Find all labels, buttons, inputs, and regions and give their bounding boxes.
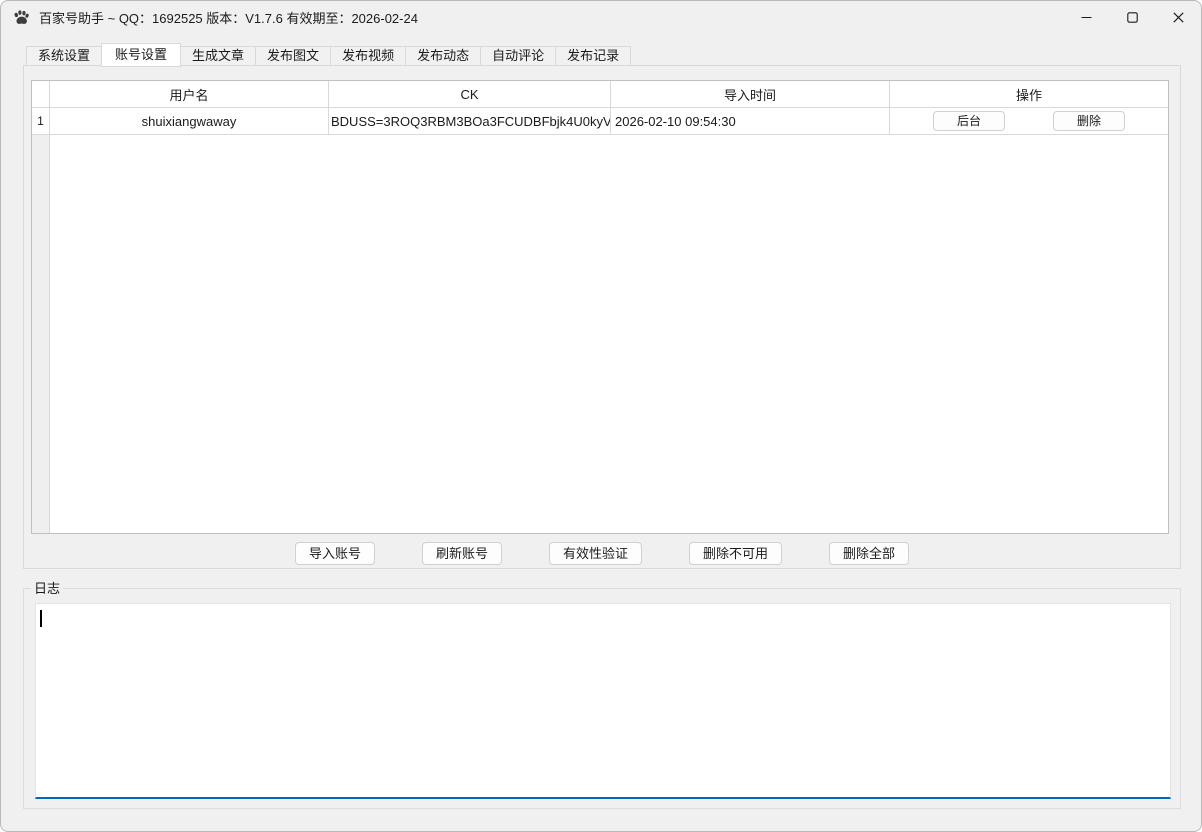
tab-publish-record[interactable]: 发布记录 <box>555 46 631 66</box>
tab-bar: 系统设置 账号设置 生成文章 发布图文 发布视频 发布动态 自动评论 发布记录 <box>26 43 631 66</box>
maximize-icon[interactable] <box>1109 1 1155 33</box>
refresh-accounts-button[interactable]: 刷新账号 <box>422 542 502 565</box>
app-paw-icon <box>13 9 30 26</box>
row-number-gutter <box>32 135 50 533</box>
column-header-operation: 操作 <box>890 81 1168 108</box>
operation-cell: 后台 删除 <box>890 108 1168 135</box>
delete-row-button[interactable]: 删除 <box>1053 111 1125 131</box>
delete-all-button[interactable]: 删除全部 <box>829 542 909 565</box>
validity-check-button[interactable]: 有效性验证 <box>549 542 642 565</box>
log-groupbox: 日志 <box>23 588 1181 809</box>
table-row[interactable]: 1 shuixiangwaway BDUSS=3ROQ3RBM3BOa3FCUD… <box>32 108 1168 135</box>
tab-generate-article[interactable]: 生成文章 <box>180 46 256 66</box>
titlebar: 百家号助手 ~ QQ：1692525 版本：V1.7.6 有效期至：2026-0… <box>1 1 1201 33</box>
delete-unavailable-button[interactable]: 删除不可用 <box>689 542 782 565</box>
close-icon[interactable] <box>1155 1 1201 33</box>
column-header-username: 用户名 <box>50 81 329 108</box>
log-groupbox-label: 日志 <box>31 580 63 597</box>
ck-cell: BDUSS=3ROQ3RBM3BOa3FCUDBFbjk4U0kyV... <box>329 108 611 135</box>
header-gutter-cell <box>32 81 50 108</box>
window-controls <box>1063 1 1201 33</box>
account-table: 用户名 CK 导入时间 操作 1 shuixiangwaway BDUSS=3R… <box>31 80 1169 534</box>
log-textarea[interactable] <box>35 603 1171 799</box>
window-title: 百家号助手 ~ QQ：1692525 版本：V1.7.6 有效期至：2026-0… <box>39 8 418 27</box>
backend-button[interactable]: 后台 <box>933 111 1005 131</box>
table-action-bar: 导入账号 刷新账号 有效性验证 删除不可用 删除全部 <box>23 542 1181 565</box>
tab-publish-imagetext[interactable]: 发布图文 <box>255 46 331 66</box>
minimize-icon[interactable] <box>1063 1 1109 33</box>
tab-publish-video[interactable]: 发布视频 <box>330 46 406 66</box>
app-window: 百家号助手 ~ QQ：1692525 版本：V1.7.6 有效期至：2026-0… <box>0 0 1202 832</box>
tab-account-settings[interactable]: 账号设置 <box>101 43 181 67</box>
column-header-import-time: 导入时间 <box>611 81 890 108</box>
import-time-cell: 2026-02-10 09:54:30 <box>611 108 890 135</box>
import-accounts-button[interactable]: 导入账号 <box>295 542 375 565</box>
table-header-row: 用户名 CK 导入时间 操作 <box>32 81 1168 108</box>
column-header-ck: CK <box>329 81 611 108</box>
row-index-cell: 1 <box>32 108 50 135</box>
tab-publish-dynamic[interactable]: 发布动态 <box>405 46 481 66</box>
tab-system-settings[interactable]: 系统设置 <box>26 46 102 66</box>
tab-auto-comment[interactable]: 自动评论 <box>480 46 556 66</box>
username-cell: shuixiangwaway <box>50 108 329 135</box>
text-cursor <box>40 610 42 627</box>
